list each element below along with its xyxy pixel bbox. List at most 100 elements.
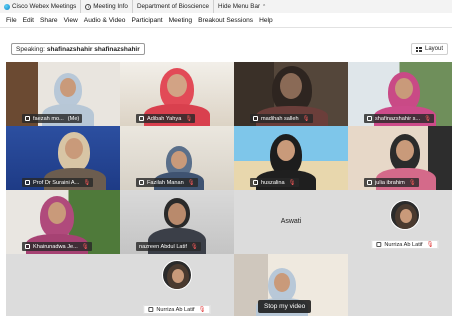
participant-icon: [25, 116, 30, 121]
participant-icon: [367, 180, 372, 185]
participant-name: nazreen Abdul Latif: [139, 243, 187, 250]
menu-help[interactable]: Help: [259, 17, 273, 24]
video-tile[interactable]: faezah mo... (Me): [6, 62, 120, 126]
muted-mic-icon: 🎙: [302, 115, 310, 122]
info-icon: i: [85, 3, 92, 10]
muted-mic-icon: 🎙: [426, 241, 434, 248]
video-tile[interactable]: nazreen Abdul Latif 🎙: [120, 190, 234, 254]
participant-name: faezah mo...: [33, 115, 64, 122]
grid-layout-icon: [415, 46, 422, 52]
menu-file[interactable]: File: [6, 17, 17, 24]
video-tile: [348, 254, 452, 316]
menu-bar: File Edit Share View Audio & Video Parti…: [0, 14, 452, 26]
muted-mic-icon: 🎙: [190, 243, 198, 250]
participant-name-tag: Fazilah Manan 🎙: [136, 178, 198, 187]
participant-name-tag: julia ibrahim 🎙: [364, 178, 419, 187]
hide-menu-bar-button[interactable]: Hide Menu Bar ⌃: [214, 0, 270, 13]
participant-icon: [148, 307, 154, 312]
participant-name-tag: madihah salleh 🎙: [250, 114, 313, 123]
participant-name-tag: huszalina 🎙: [250, 178, 299, 187]
app-title: Cisco Webex Meetings: [12, 3, 77, 10]
video-tile[interactable]: Aswati: [234, 190, 348, 254]
participant-icon: [25, 244, 30, 249]
speaker-bar: Speaking: shafinazshahir shafinazshahir …: [0, 28, 452, 60]
participant-name: julia ibrahim: [375, 179, 405, 186]
participant-face: [48, 202, 66, 224]
participant-face: [395, 78, 413, 99]
menu-edit[interactable]: Edit: [23, 17, 34, 24]
avatar: [390, 200, 420, 230]
video-tile[interactable]: Prof Dr Suraini A... 🎙: [6, 126, 120, 190]
participant-name: Adibah Yahya: [147, 115, 182, 122]
muted-mic-icon: 🎙: [424, 115, 432, 122]
active-speaker-indicator: Speaking: shafinazshahir shafinazshahir: [11, 43, 145, 55]
participant-face: [277, 140, 295, 161]
participant-face: [167, 74, 187, 97]
muted-mic-icon: 🎙: [83, 179, 91, 186]
chevron-up-icon: ⌃: [262, 3, 267, 10]
title-bar: Cisco Webex Meetings i Meeting Info Depa…: [0, 0, 452, 13]
participant-name-tag: Nurriza Ab Latif 🎙: [143, 305, 211, 314]
participant-icon: [25, 180, 30, 185]
meeting-info-label: Meeting Info: [93, 3, 128, 10]
menu-participant[interactable]: Participant: [131, 17, 162, 24]
video-tile: [6, 254, 120, 316]
participant-icon: [139, 116, 144, 121]
meeting-name-label: Department of Bioscience: [136, 3, 210, 10]
hide-menu-bar-label: Hide Menu Bar: [218, 3, 261, 10]
meeting-name: Department of Bioscience: [133, 0, 215, 13]
participant-face: [60, 78, 76, 97]
muted-mic-icon: 🎙: [185, 115, 193, 122]
layout-label: Layout: [424, 46, 443, 52]
video-tile[interactable]: Adibah Yahya 🎙: [120, 62, 234, 126]
menu-meeting[interactable]: Meeting: [169, 17, 192, 24]
menu-breakout-sessions[interactable]: Breakout Sessions: [198, 17, 253, 24]
participant-name: Prof Dr Suraini A...: [33, 179, 80, 186]
participant-face: [171, 151, 187, 169]
participant-name-tag: Nurriza Ab Latif 🎙: [371, 240, 439, 249]
participant-name-tag: Prof Dr Suraini A... 🎙: [22, 178, 94, 187]
participant-icon: [253, 116, 258, 121]
muted-mic-icon: 🎙: [187, 179, 195, 186]
menu-share[interactable]: Share: [40, 17, 58, 24]
video-tile[interactable]: Nurriza Ab Latif 🎙: [348, 190, 452, 254]
participant-icon: [376, 242, 382, 247]
layout-button[interactable]: Layout: [410, 43, 448, 55]
participant-name: Fazilah Manan: [147, 179, 184, 186]
muted-mic-icon: 🎙: [198, 306, 206, 313]
participant-name-tag: shafinazshahir s... 🎙: [364, 114, 435, 123]
participant-icon: [367, 116, 372, 121]
video-tile[interactable]: madihah salleh 🎙: [234, 62, 348, 126]
video-tile[interactable]: shafinazshahir s... 🎙: [348, 62, 452, 126]
participant-name-tag: nazreen Abdul Latif 🎙: [136, 242, 201, 251]
participant-name: Nurriza Ab Latif: [156, 306, 195, 313]
participant-icon: [139, 180, 144, 185]
video-tile[interactable]: Khairunadwa Je... 🎙: [6, 190, 120, 254]
webex-logo-icon: [4, 3, 10, 10]
participant-name: Nurriza Ab Latif: [384, 241, 423, 248]
video-tile[interactable]: Fazilah Manan 🎙: [120, 126, 234, 190]
participant-icon: [253, 180, 258, 185]
avatar: [162, 260, 192, 290]
video-tile[interactable]: julia ibrahim 🎙: [348, 126, 452, 190]
menu-audio-video[interactable]: Audio & Video: [84, 17, 126, 24]
me-label: (Me): [67, 115, 80, 122]
participant-face: [274, 273, 290, 292]
muted-mic-icon: 🎙: [288, 179, 296, 186]
video-tile[interactable]: huszalina 🎙: [234, 126, 348, 190]
speaking-names: shafinazshahir shafinazshahir: [46, 45, 140, 53]
participant-name: madihah salleh: [261, 115, 299, 122]
muted-mic-icon: 🎙: [81, 243, 89, 250]
stop-video-button[interactable]: Stop my video: [258, 300, 312, 313]
participant-face: [168, 203, 186, 225]
video-tile[interactable]: Nurriza Ab Latif 🎙: [120, 254, 234, 316]
participant-name: Khairunadwa Je...: [33, 243, 78, 250]
participant-name: Aswati: [280, 218, 302, 225]
meeting-info-button[interactable]: i Meeting Info: [81, 0, 133, 13]
muted-mic-icon: 🎙: [408, 179, 416, 186]
menu-view[interactable]: View: [64, 17, 78, 24]
avatar-face: [172, 269, 184, 283]
webex-app-menu[interactable]: Cisco Webex Meetings: [0, 0, 82, 13]
participant-face: [396, 140, 414, 161]
participant-name: shafinazshahir s...: [375, 115, 421, 122]
